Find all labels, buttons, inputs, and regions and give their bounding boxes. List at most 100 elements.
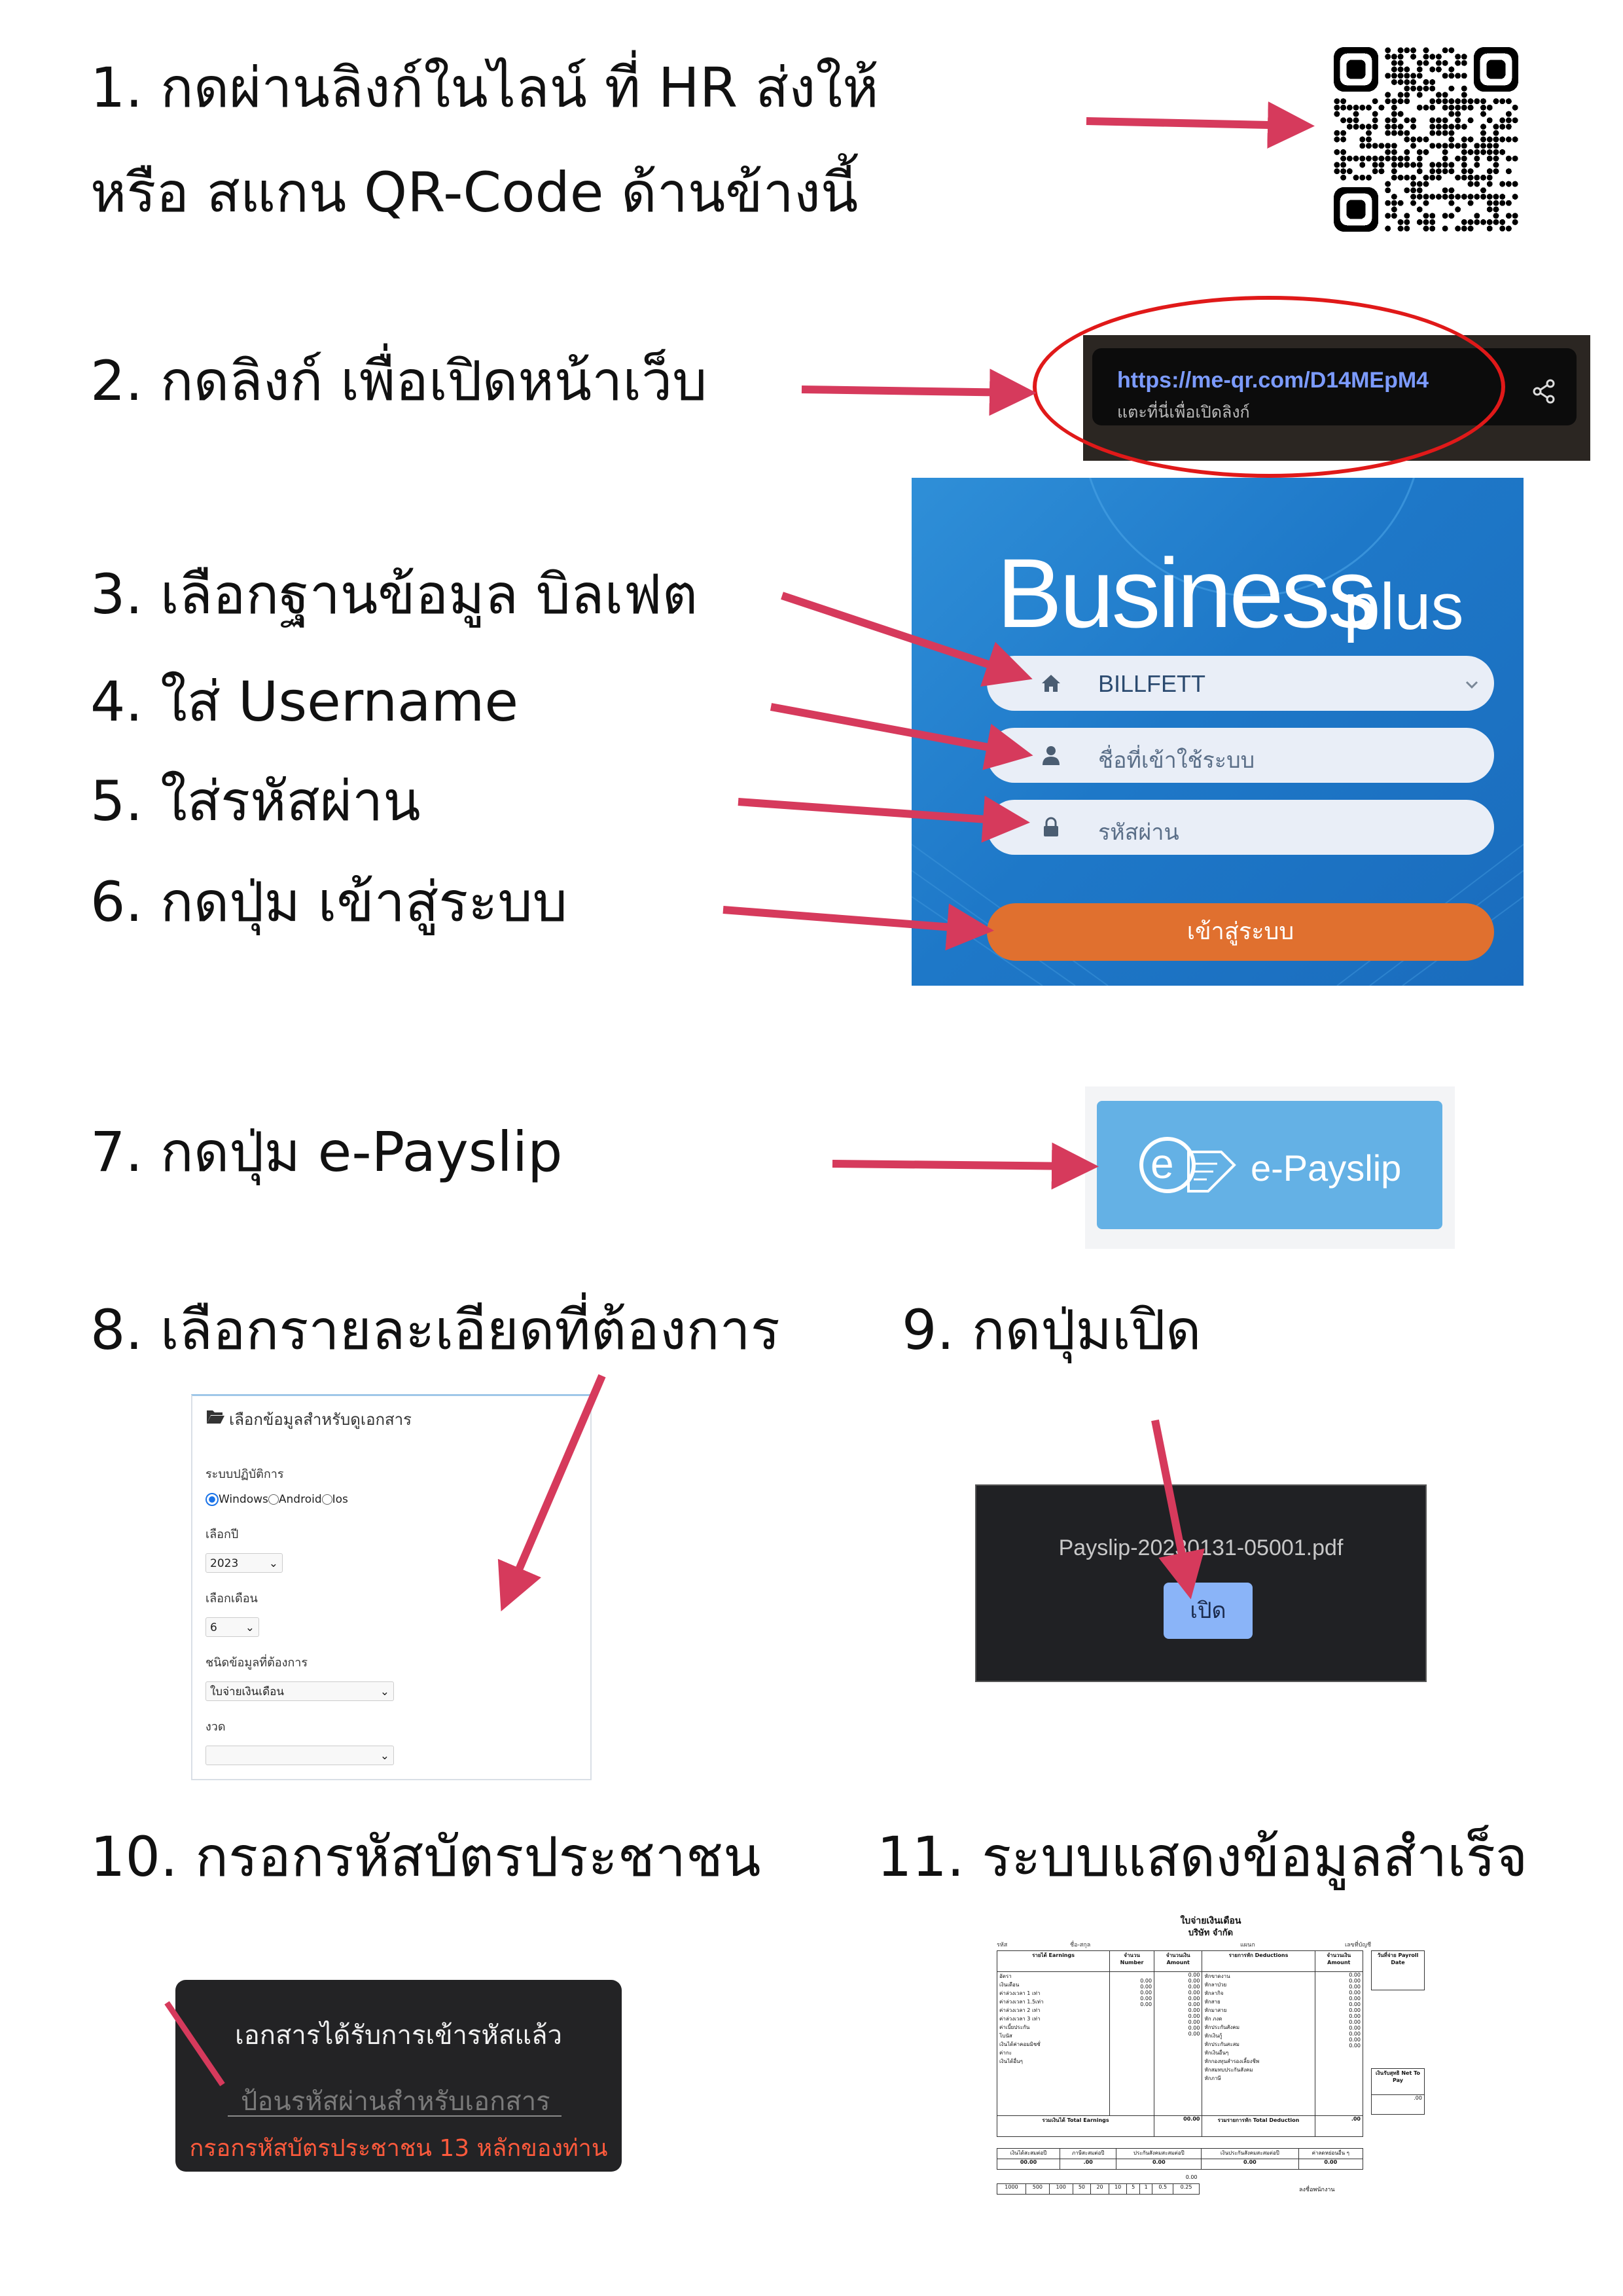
os-label: ระบบปฏิบัติการ: [205, 1467, 284, 1481]
denomination-cell: 500: [1025, 2183, 1050, 2195]
meta-code: รหัส: [997, 1942, 1008, 1948]
ytd-head-cell: ประกันสังคมสะสมต่อปี: [1116, 2148, 1202, 2159]
radio-ios[interactable]: [321, 1494, 332, 1505]
epayslip-screenshot: e e-Payslip: [1085, 1086, 1455, 1249]
deductions-amount-list: 0.00 0.00 0.00 0.00 0.00 0.00 0.00 0.00 0.00 0.00…: [1314, 1971, 1364, 2116]
earning-number: [1112, 2007, 1152, 2013]
denomination-cell: 0.25: [1173, 2183, 1200, 2195]
total-deduction-value: .00: [1314, 2115, 1364, 2137]
earning-number: 0.00: [1140, 1990, 1152, 1996]
denom-zero: 0.00: [1185, 2174, 1198, 2180]
password-dialog-title: เอกสารได้รับการเข้ารหัสแล้ว: [235, 2020, 562, 2051]
net-pay-label: เงินรับสุทธิ Net To Pay: [1371, 2068, 1425, 2095]
username-placeholder: ชื่อที่เข้าใช้ระบบ: [1098, 747, 1255, 774]
epayslip-logo-icon: e: [1139, 1137, 1236, 1193]
folder-open-icon: [207, 1410, 224, 1424]
deduction-amount: 0.00: [1349, 2025, 1361, 2031]
business-plus-logo-plus: plus: [1344, 570, 1464, 643]
earning-item: ค่าล่วงเวลา 3 เท่า: [999, 2016, 1041, 2022]
denomination-cell: 5: [1126, 2183, 1140, 2195]
ytd-head-cell: เงินได้สะสมต่อปี: [996, 2148, 1061, 2159]
chevron-down-icon: [1465, 681, 1478, 689]
earning-amount: 0.00: [1188, 1978, 1200, 1984]
step-1-line-2: หรือ สแกน QR-Code ด้านข้างนี้: [90, 160, 859, 224]
earning-number: 0.00: [1140, 1978, 1152, 1984]
denomination-cell: 100: [1048, 2183, 1073, 2195]
earning-item: โบนัส: [999, 2033, 1012, 2039]
ytd-value-cell: 0.00: [1116, 2159, 1202, 2170]
deduction-amount: 0.00: [1349, 1996, 1361, 2001]
ytd-table: เงินได้สะสมต่อปี ภาษีสะสมต่อปี ประกันสังคม…: [996, 2148, 1364, 2170]
password-hint-error: กรอกรหัสบัตรประชาชน 13 หลักของท่าน: [189, 2135, 608, 2162]
arrow-step-1: [1086, 101, 1315, 149]
type-label: ชนิดข้อมูลที่ต้องการ: [205, 1656, 308, 1670]
earning-item: ค่าล่วงเวลา 1.5เท่า: [999, 1999, 1044, 2005]
step-1-line-1: 1. กดผ่านลิงก์ในไลน์ ที่ HR ส่งให้: [90, 56, 879, 120]
deduction-item: หักเงินอื่นๆ: [1204, 2050, 1229, 2056]
deduction-item: หักมาสาย: [1204, 2007, 1227, 2013]
ytd-head-cell: เงินประกันสังคมสะสมต่อปี: [1201, 2148, 1299, 2159]
deduction-item: หักขาดงาน: [1204, 1973, 1230, 1979]
earning-amount: 0.00: [1188, 2013, 1200, 2019]
document-password-input[interactable]: ป้อนรหัสผ่านสำหรับเอกสาร: [228, 2075, 562, 2117]
earn-head-item: รายได้ Earnings: [996, 1950, 1111, 1972]
radio-android[interactable]: [268, 1494, 279, 1505]
earning-number: [1112, 2019, 1152, 2025]
earning-amount: 0.00: [1188, 2031, 1200, 2037]
period-select[interactable]: ⌄: [205, 1746, 394, 1765]
deduction-amount: 0.00: [1349, 2037, 1361, 2043]
database-select[interactable]: BILLFETT: [987, 656, 1494, 711]
denomination-cell: 0.5: [1152, 2183, 1174, 2195]
chevron-down-icon: ⌄: [380, 1749, 389, 1763]
total-earnings-value: 00.00: [1154, 2115, 1203, 2137]
arrow-step-7: [832, 1142, 1099, 1190]
type-select[interactable]: ใบจ่ายเงินเดือน ⌄: [205, 1681, 394, 1701]
pdf-download-dialog: Payslip-20230131-05001.pdf เปิด: [975, 1484, 1427, 1682]
ytd-value-cell: 0.00: [1298, 2159, 1364, 2170]
earning-item: เงินได้ค่าคอมมิชชั่: [999, 2041, 1041, 2047]
pdf-filename: Payslip-20230131-05001.pdf: [1058, 1535, 1344, 1560]
deduction-amount: 0.00: [1349, 2007, 1361, 2013]
password-input[interactable]: รหัสผ่าน: [987, 800, 1494, 855]
earning-amount: 0.00: [1188, 2007, 1200, 2013]
password-dialog: เอกสารได้รับการเข้ารหัสแล้ว ป้อนรหัสผ่าน…: [175, 1980, 622, 2172]
business-plus-logo: Business: [997, 538, 1377, 648]
earning-amount: 0.00: [1188, 2025, 1200, 2031]
earning-item: ค่าล่วงเวลา 1 เท่า: [999, 1990, 1041, 1996]
earning-number: 0.00: [1140, 1984, 1152, 1990]
year-select[interactable]: 2023 ⌄: [205, 1553, 283, 1573]
meta-account: เลขที่บัญชี: [1345, 1942, 1372, 1948]
type-value: ใบจ่ายเงินเดือน: [210, 1685, 284, 1698]
earning-amount: 0.00: [1188, 1984, 1200, 1990]
net-pay-box: เงินรับสุทธิ Net To Pay .00: [1371, 2068, 1425, 2115]
qr-code[interactable]: [1334, 47, 1518, 232]
document-select-form: เลือกข้อมูลสำหรับดูเอกสาร ระบบปฏิบัติการ…: [191, 1394, 592, 1780]
earning-item: ค่ากะ: [999, 2050, 1012, 2056]
deduction-item: หักกองทุนสำรองเลี้ยงชีพ: [1204, 2058, 1260, 2064]
login-button[interactable]: เข้าสู่ระบบ: [987, 903, 1494, 961]
radio-windows[interactable]: [205, 1493, 219, 1506]
earning-number: 0.00: [1140, 2001, 1152, 2007]
payslip-main-table: รายได้ Earnings จำนวน Number จำนวนเงิน A…: [996, 1950, 1364, 2137]
ytd-value-cell: .00: [1060, 2159, 1117, 2170]
deduction-item: หักสาย: [1204, 1999, 1221, 2005]
deduction-amount: 0.00: [1349, 2043, 1361, 2049]
month-select[interactable]: 6 ⌄: [205, 1617, 259, 1637]
deduction-item: หัก ภงด: [1204, 2016, 1222, 2022]
deduction-amount: 0.00: [1349, 1990, 1361, 1996]
open-button[interactable]: เปิด: [1164, 1583, 1253, 1639]
epayslip-button[interactable]: e e-Payslip: [1097, 1101, 1442, 1229]
step-3-text: 3. เลือกฐานข้อมูล บิลเฟต: [90, 562, 698, 626]
payroll-date-box: วันที่จ่าย Payroll Date: [1371, 1950, 1425, 1990]
deduction-amount: 0.00: [1349, 2031, 1361, 2037]
meta-dept: แผนก: [1240, 1942, 1255, 1948]
deductions-list: หักขาดงาน หักลาป่วย หักลากิจ หักสาย หักมาสาย…: [1202, 1971, 1315, 2116]
deduction-amount: 0.00: [1349, 2013, 1361, 2019]
total-earnings-label: รวมเงินได้ Total Earnings: [996, 2115, 1155, 2137]
denomination-cell: 1000: [997, 2183, 1026, 2195]
username-input[interactable]: ชื่อที่เข้าใช้ระบบ: [987, 728, 1494, 783]
share-icon[interactable]: [1531, 378, 1557, 404]
deduction-amount: 0.00: [1349, 1972, 1361, 1978]
step-9-text: 9. กดปุ่มเปิด: [902, 1298, 1202, 1362]
deduction-item: หักภาษี: [1204, 2075, 1221, 2081]
